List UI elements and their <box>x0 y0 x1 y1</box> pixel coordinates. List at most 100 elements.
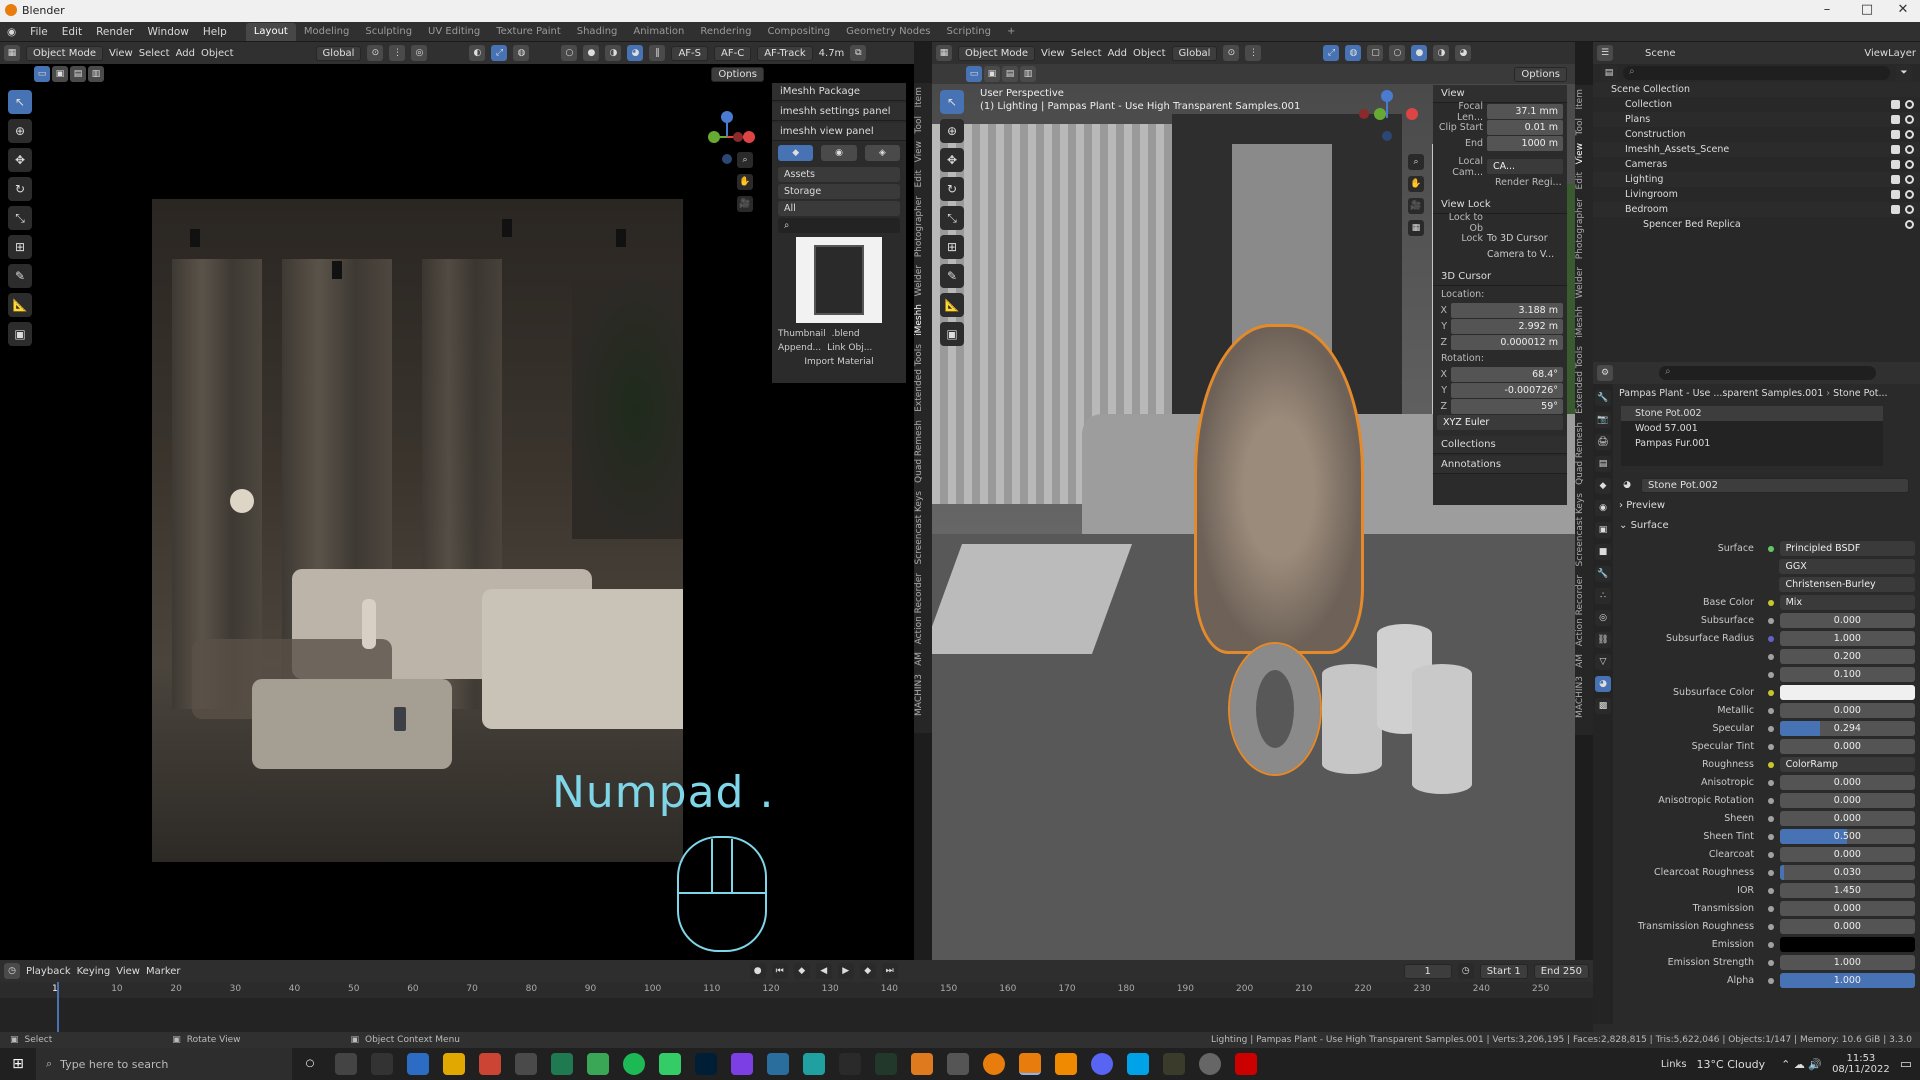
file-explorer-icon[interactable] <box>443 1053 465 1075</box>
socket-dot-icon[interactable] <box>1768 941 1774 948</box>
app-purple-icon[interactable] <box>731 1053 753 1075</box>
menu-render[interactable]: Render <box>89 22 140 42</box>
socket-dot-icon[interactable] <box>1768 671 1774 678</box>
shading-solid-icon[interactable]: ● <box>583 45 600 61</box>
tab-quad-remesh[interactable]: Quad Remesh <box>914 416 932 487</box>
right-editor-type-icon[interactable]: ▦ <box>936 45 952 61</box>
bsdf-input-field[interactable]: 0.200 <box>1779 649 1915 664</box>
bsdf-input-field[interactable]: 0.000 <box>1779 775 1915 790</box>
right-menu-select[interactable]: Select <box>1071 48 1102 59</box>
timeline-view-menu[interactable]: View <box>116 966 140 977</box>
bsdf-input-field[interactable]: 0.000 <box>1779 919 1915 934</box>
bsdf-input-field[interactable]: 1.000 <box>1779 955 1915 970</box>
menu-file[interactable]: File <box>23 22 55 42</box>
properties-editor-icon[interactable]: ⚙ <box>1597 365 1613 381</box>
menu-help[interactable]: Help <box>196 22 234 42</box>
left-menu-view[interactable]: View <box>109 48 133 59</box>
af-c-toggle[interactable]: AF-C <box>714 45 752 61</box>
right-ortho-grid-icon[interactable]: ▦ <box>1408 220 1424 236</box>
discord-icon[interactable] <box>1091 1053 1113 1075</box>
right-object-mode-dropdown[interactable]: Object Mode <box>958 45 1035 61</box>
right-shading-wire-icon[interactable]: ○ <box>1389 45 1406 61</box>
display-mode-icon[interactable]: ▤ <box>1601 65 1617 81</box>
right-tab-action-recorder[interactable]: Action Recorder <box>1575 571 1593 650</box>
distribution-dropdown[interactable]: GGX <box>1779 559 1915 574</box>
tab-rendering[interactable]: Rendering <box>692 23 759 41</box>
lock-to-3d-cursor-checkbox[interactable]: To 3D Cursor <box>1487 233 1548 244</box>
bsdf-input-field[interactable]: 0.000 <box>1779 811 1915 826</box>
notifications-icon[interactable]: ▭ <box>1900 1057 1912 1072</box>
right-move-tool-icon[interactable]: ✥ <box>940 148 964 172</box>
playhead[interactable] <box>57 982 59 1032</box>
outliner-row-bedroom[interactable]: Bedroom <box>1593 202 1920 217</box>
socket-dot-icon[interactable] <box>1768 689 1774 696</box>
app-gray-icon[interactable] <box>515 1053 537 1075</box>
outliner-row-livingroom[interactable]: Livingroom <box>1593 187 1920 202</box>
material-name-field[interactable]: Stone Pot.002 <box>1641 477 1909 493</box>
surface-panel-header[interactable]: ⌄ Surface <box>1619 520 1913 531</box>
right-tab-imeshh[interactable]: iMeshh <box>1575 302 1593 342</box>
3d-cursor-header[interactable]: 3D Cursor <box>1433 268 1567 286</box>
windows-start-icon[interactable]: ⊞ <box>0 1056 36 1072</box>
app-sync-icon[interactable] <box>1199 1053 1221 1075</box>
right-select-extend-icon[interactable]: ▣ <box>984 66 1000 82</box>
outliner-row-collection[interactable]: Collection <box>1593 97 1920 112</box>
weather-widget[interactable]: 13°C Cloudy <box>1697 1058 1766 1071</box>
scale-tool-icon[interactable]: ⤡ <box>8 206 32 230</box>
proportional-icon[interactable]: ◎ <box>411 45 428 61</box>
tab-am[interactable]: AM <box>914 648 932 670</box>
cursor-rotation-z[interactable]: 59° <box>1451 399 1563 414</box>
next-key-icon[interactable]: ◆ <box>859 963 876 979</box>
end-frame-field[interactable]: End 250 <box>1533 963 1589 979</box>
outliner-row-imeshh-assets[interactable]: Imeshh_Assets_Scene <box>1593 142 1920 157</box>
checkbox-icon[interactable] <box>1891 145 1900 154</box>
import-material-button[interactable]: Import Material <box>804 357 873 367</box>
collections-panel[interactable]: Collections <box>1433 436 1567 454</box>
socket-dot-icon[interactable] <box>1768 977 1774 984</box>
cursor-location-x[interactable]: 3.188 m <box>1451 303 1563 318</box>
app-green-icon[interactable] <box>659 1053 681 1075</box>
eye-icon[interactable] <box>1905 205 1914 214</box>
socket-dot-icon[interactable] <box>1768 905 1774 912</box>
blender-taskbar-icon[interactable] <box>983 1053 1005 1075</box>
modifier-props-icon[interactable]: 🔧 <box>1595 566 1611 582</box>
app-c-icon[interactable] <box>1127 1053 1149 1075</box>
cursor-location-y[interactable]: 2.992 m <box>1451 319 1563 334</box>
right-tab-view[interactable]: View <box>1575 139 1593 168</box>
task-view-icon[interactable] <box>335 1053 357 1075</box>
scene-selector[interactable]: Scene <box>1645 48 1676 59</box>
bsdf-input-field[interactable]: 0.500 <box>1779 829 1915 844</box>
tab-tool[interactable]: Tool <box>914 112 932 137</box>
socket-dot-icon[interactable] <box>1768 617 1774 624</box>
bsdf-input-field[interactable] <box>1779 685 1915 700</box>
eye-icon[interactable] <box>1905 190 1914 199</box>
tray-icons[interactable]: ⌃ ☁ 🔊 <box>1781 1058 1822 1071</box>
bsdf-input-field[interactable]: 1.450 <box>1779 883 1915 898</box>
clip-start-field[interactable]: 0.01 m <box>1487 120 1563 135</box>
transform-tool-icon[interactable]: ⊞ <box>8 235 32 259</box>
right-rotate-tool-icon[interactable]: ↻ <box>940 177 964 201</box>
pause-icon[interactable]: ‖ <box>649 45 666 61</box>
link-object-button[interactable]: Link Obj... <box>827 343 872 353</box>
right-pan-hand-icon[interactable]: ✋ <box>1408 176 1424 192</box>
cursor-rotation-y[interactable]: -0.000726° <box>1451 383 1563 398</box>
assets-dropdown[interactable]: Assets <box>778 167 900 182</box>
tab-view[interactable]: View <box>914 137 932 166</box>
jump-start-icon[interactable]: ⏮ <box>771 963 788 979</box>
tab-animation[interactable]: Animation <box>625 23 692 41</box>
camera-view-icon[interactable]: 🎥 <box>737 196 753 212</box>
timeline-editor-icon[interactable]: ◷ <box>4 963 20 979</box>
bsdf-input-field[interactable] <box>1779 937 1915 952</box>
tab-photographer[interactable]: Photographer <box>914 192 932 261</box>
bsdf-input-field[interactable]: 0.000 <box>1779 613 1915 628</box>
right-tab-item[interactable]: Item <box>1575 85 1593 114</box>
checkbox-icon[interactable] <box>1891 160 1900 169</box>
annotations-panel[interactable]: Annotations <box>1433 456 1567 474</box>
bsdf-input-field[interactable]: Mix <box>1779 595 1915 610</box>
eye-icon[interactable] <box>1905 175 1914 184</box>
physics-props-icon[interactable]: ◎ <box>1595 610 1611 626</box>
socket-dot-icon[interactable] <box>1768 635 1774 642</box>
bsdf-input-field[interactable]: 0.000 <box>1779 847 1915 862</box>
clip-end-field[interactable]: 1000 m <box>1487 136 1563 151</box>
socket-dot-icon[interactable] <box>1768 707 1774 714</box>
